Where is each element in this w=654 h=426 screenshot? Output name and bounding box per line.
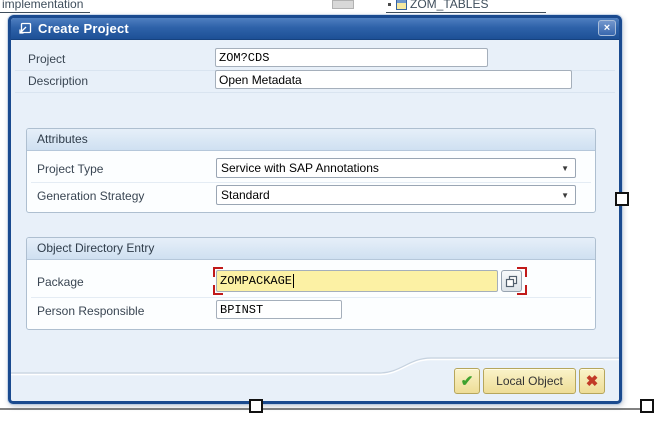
cancel-x-icon: ✖ <box>586 372 599 390</box>
background-underline-left <box>0 12 90 13</box>
dropdown-arrow-icon: ▼ <box>561 191 575 200</box>
local-object-button[interactable]: Local Object <box>483 368 576 394</box>
project-type-value: Service with SAP Annotations <box>217 161 561 175</box>
selection-handle-bottom-right[interactable] <box>640 399 654 413</box>
project-input[interactable] <box>215 48 488 67</box>
table-icon <box>396 0 407 10</box>
package-label: Package <box>37 275 84 289</box>
attributes-group-header: Attributes <box>27 129 595 151</box>
create-project-dialog: Create Project × Project Description Att… <box>8 15 622 404</box>
dropdown-arrow-icon: ▼ <box>561 164 575 173</box>
generation-strategy-value: Standard <box>217 188 561 202</box>
cancel-button[interactable]: ✖ <box>579 368 605 394</box>
tree-item-label: ZOM_TABLES <box>410 0 488 11</box>
background-text: implementation <box>2 0 83 11</box>
package-value: ZOMPACKAGE <box>220 274 292 288</box>
text-caret <box>293 274 294 288</box>
possible-entries-icon <box>505 275 518 288</box>
value-help-button[interactable] <box>501 270 522 292</box>
screen: implementation ZOM_TABLES Create Project… <box>0 0 654 426</box>
project-type-select[interactable]: Service with SAP Annotations ▼ <box>216 158 576 178</box>
background-underline-right <box>386 12 546 13</box>
person-responsible-label: Person Responsible <box>37 304 144 318</box>
person-responsible-input[interactable] <box>216 300 342 319</box>
create-dialog-icon <box>17 22 32 36</box>
row-separator <box>15 92 615 93</box>
package-field-focus-frame: ZOMPACKAGE <box>213 267 527 295</box>
object-directory-group-header: Object Directory Entry <box>27 238 595 260</box>
dialog-title: Create Project <box>38 21 129 36</box>
background-horizontal-line <box>0 408 654 410</box>
project-label: Project <box>28 52 65 66</box>
attributes-group: Attributes Project Type Service with SAP… <box>26 128 596 213</box>
selection-handle-bottom-center[interactable] <box>249 399 263 413</box>
background-scrollbar-fragment <box>332 0 354 9</box>
tree-bullet-icon <box>388 3 391 6</box>
continue-button[interactable]: ✔ <box>454 368 480 394</box>
selection-handle-right[interactable] <box>615 192 629 206</box>
description-label: Description <box>28 74 88 88</box>
object-directory-group: Object Directory Entry Package ZOMPACKAG… <box>26 237 596 330</box>
description-input[interactable] <box>215 70 572 89</box>
row-separator <box>31 297 591 298</box>
generation-strategy-select[interactable]: Standard ▼ <box>216 185 576 205</box>
close-button[interactable]: × <box>598 20 616 36</box>
close-icon: × <box>604 22 610 34</box>
row-separator <box>31 182 591 183</box>
package-input[interactable]: ZOMPACKAGE <box>216 270 498 292</box>
checkmark-icon: ✔ <box>461 372 474 390</box>
dialog-titlebar[interactable]: Create Project × <box>11 18 619 40</box>
local-object-label: Local Object <box>496 374 563 388</box>
generation-strategy-label: Generation Strategy <box>37 189 144 203</box>
project-type-label: Project Type <box>37 162 103 176</box>
